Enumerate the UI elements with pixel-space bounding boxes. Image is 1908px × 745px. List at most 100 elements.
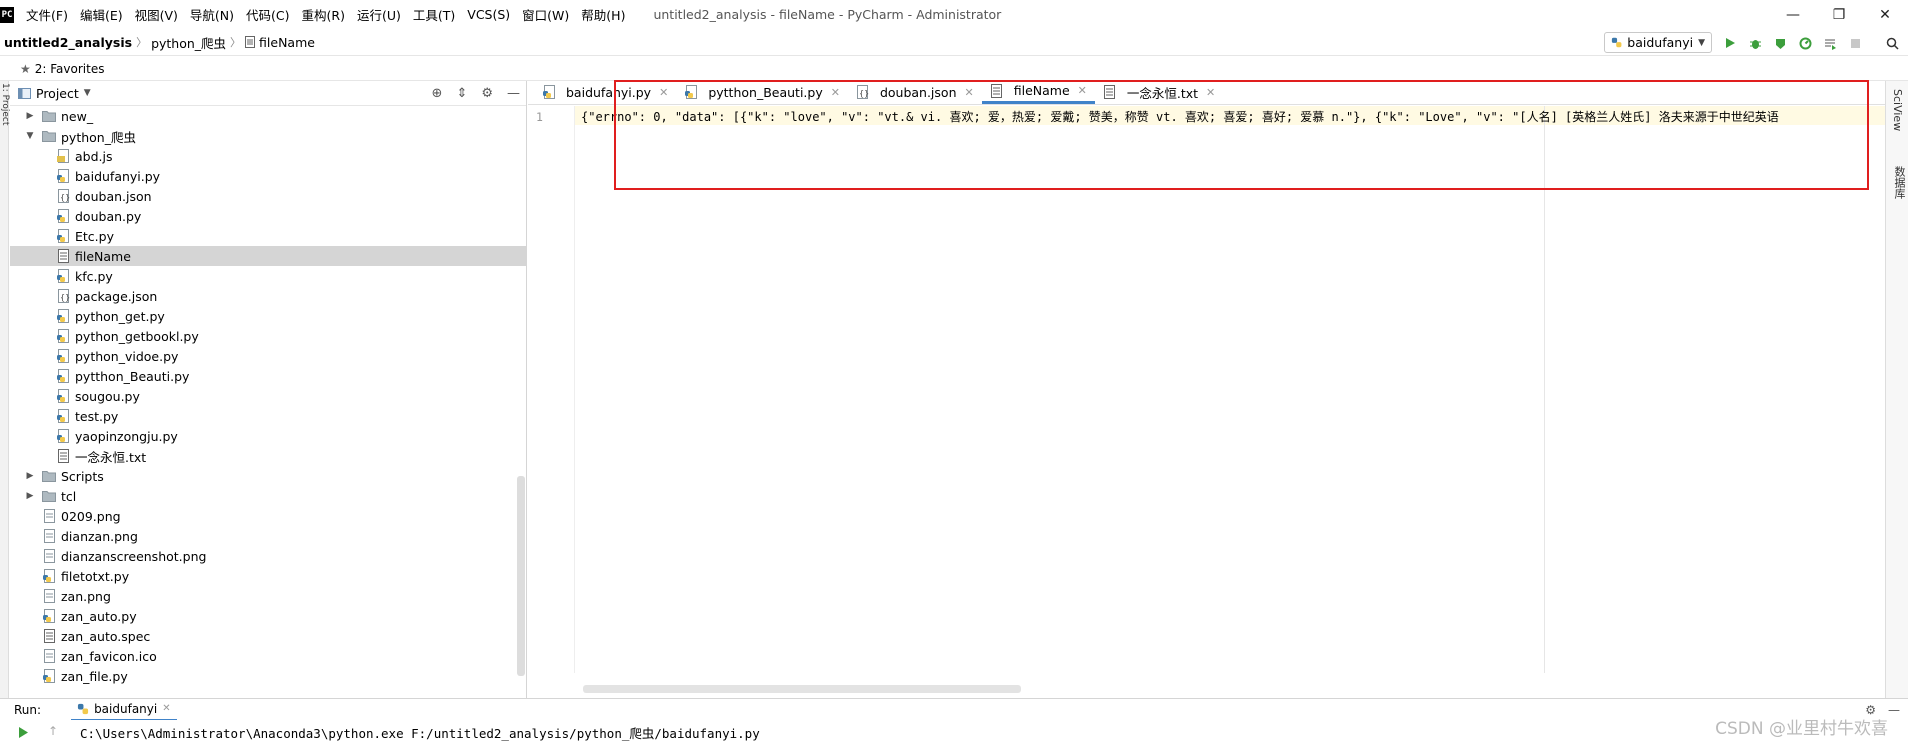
coverage-icon[interactable] [1771, 34, 1789, 52]
tree-item-label: Scripts [61, 468, 104, 484]
tree-item[interactable]: sougou.py [10, 386, 526, 406]
tree-item[interactable]: python_getbookl.py [10, 326, 526, 346]
menu-refactor[interactable]: 重构(R) [296, 5, 351, 24]
tree-item[interactable]: 0209.png [10, 506, 526, 526]
menu-navigate[interactable]: 导航(N) [184, 5, 240, 24]
pycharm-window: PC 文件(F) 编辑(E) 视图(V) 导航(N) 代码(C) 重构(R) 运… [0, 0, 1908, 745]
tree-item[interactable]: kfc.py [10, 266, 526, 286]
navigation-bar: untitled2_analysis 〉 python_爬虫 〉 fileNam… [0, 29, 1908, 56]
run-tab[interactable]: baidufanyi ✕ [71, 699, 177, 721]
tree-item[interactable]: 一念永恒.txt [10, 446, 526, 466]
tree-item[interactable]: ▶ tcl [10, 486, 526, 506]
tree-item[interactable]: dianzanscreenshot.png [10, 546, 526, 566]
tree-item[interactable]: filetotxt.py [10, 566, 526, 586]
tree-item[interactable]: ▶ Scripts [10, 466, 526, 486]
tree-item[interactable]: python_get.py [10, 306, 526, 326]
tree-item[interactable]: python_vidoe.py [10, 346, 526, 366]
left-tool-strip[interactable]: 1: Project [0, 81, 10, 698]
python-file-icon [56, 209, 70, 223]
tree-item[interactable]: douban.py [10, 206, 526, 226]
debug-icon[interactable] [1746, 34, 1764, 52]
breadcrumb-file[interactable]: fileName [241, 35, 319, 50]
breadcrumb-folder[interactable]: python_爬虫 [147, 33, 230, 52]
tree-item[interactable]: zan.png [10, 586, 526, 606]
python-file-icon [42, 669, 56, 683]
python-file-icon [42, 609, 56, 623]
tree-item[interactable]: baidufanyi.py [10, 166, 526, 186]
tree-item[interactable]: Etc.py [10, 226, 526, 246]
tree-item[interactable]: yaopinzongju.py [10, 426, 526, 446]
tree-item-label: pytthon_Beauti.py [75, 368, 190, 384]
restore-button[interactable]: ❐ [1816, 0, 1862, 29]
chevron-right-icon[interactable]: ▶ [24, 491, 36, 501]
favorites-label: 2: Favorites [34, 61, 105, 76]
breadcrumb-project[interactable]: untitled2_analysis [0, 35, 136, 50]
chevron-down-icon[interactable]: ▼ [84, 88, 91, 98]
tree-item-label: dianzanscreenshot.png [61, 548, 207, 564]
tree-item[interactable]: zan_file.py [10, 666, 526, 686]
run-icon[interactable] [1721, 34, 1739, 52]
close-button[interactable]: ✕ [1862, 0, 1908, 29]
tree-item-label: python_爬虫 [61, 129, 136, 145]
hide-panel-icon[interactable]: — [507, 86, 520, 101]
collapse-all-icon[interactable]: ⇕ [456, 86, 467, 101]
project-panel-header: Project ▼ ⊕ ⇕ ⚙ — [10, 81, 526, 106]
tree-item[interactable]: fileName [10, 246, 526, 266]
favorites-bar[interactable]: ★ 2: Favorites [0, 57, 1908, 81]
tree-item[interactable]: ▶ new_ [10, 106, 526, 126]
tree-item[interactable]: {} package.json [10, 286, 526, 306]
close-icon[interactable]: ✕ [162, 703, 170, 714]
minimize-button[interactable]: — [1770, 0, 1816, 29]
image-file-icon [42, 509, 56, 523]
chevron-right-icon[interactable]: ▶ [24, 111, 36, 121]
tree-item-label: python_get.py [75, 308, 165, 324]
window-title: untitled2_analysis - fileName - PyCharm … [653, 7, 1002, 22]
star-icon: ★ [20, 61, 31, 76]
menu-tools[interactable]: 工具(T) [407, 5, 461, 24]
window-controls: — ❐ ✕ [1770, 0, 1908, 29]
tree-item-label: test.py [75, 408, 119, 424]
chevron-down-icon[interactable]: ▼ [24, 131, 36, 141]
tree-item[interactable]: zan_favicon.ico [10, 646, 526, 666]
tree-item[interactable]: pytthon_Beauti.py [10, 366, 526, 386]
project-tree-scrollbar[interactable] [517, 476, 525, 676]
profile-icon[interactable] [1796, 34, 1814, 52]
menu-file[interactable]: 文件(F) [20, 5, 74, 24]
editor-horizontal-scrollbar[interactable] [583, 685, 1021, 693]
stop-icon[interactable] [1846, 34, 1864, 52]
gear-icon[interactable]: ⚙ [481, 86, 493, 101]
chevron-right-icon[interactable]: ▶ [24, 471, 36, 481]
tree-item[interactable]: test.py [10, 406, 526, 426]
tree-item[interactable]: {} douban.json [10, 186, 526, 206]
search-icon[interactable] [1883, 34, 1901, 52]
tree-item[interactable]: zan_auto.py [10, 606, 526, 626]
run-tool-bar: Run: baidufanyi ✕ ⚙ — [0, 698, 1908, 721]
tree-item[interactable]: ▼ python_爬虫 [10, 126, 526, 146]
tree-item[interactable]: zan_auto.spec [10, 626, 526, 646]
run-configuration-select[interactable]: baidufanyi ▼ [1604, 32, 1712, 53]
tree-item[interactable]: dianzan.png [10, 526, 526, 546]
menu-help[interactable]: 帮助(H) [575, 5, 631, 24]
sciview-tab[interactable]: SciView [1891, 89, 1904, 131]
menu-window[interactable]: 窗口(W) [516, 5, 575, 24]
menu-view[interactable]: 视图(V) [129, 5, 184, 24]
run-configuration-label: baidufanyi [1627, 35, 1694, 50]
menu-code[interactable]: 代码(C) [240, 5, 295, 24]
menu-vcs[interactable]: VCS(S) [461, 7, 516, 22]
database-tab[interactable]: 数据库 [1891, 166, 1907, 199]
tree-item-label: dianzan.png [61, 528, 138, 544]
run-tab-label: baidufanyi [94, 701, 158, 716]
hide-panel-icon[interactable]: — [1888, 703, 1900, 717]
arrow-up-icon[interactable]: ↑ [48, 724, 58, 738]
line-gutter: 1 [528, 106, 575, 673]
rerun-icon[interactable] [18, 727, 29, 738]
concurrency-icon[interactable] [1821, 34, 1839, 52]
python-icon [77, 703, 89, 714]
tree-item-label: 0209.png [61, 508, 121, 524]
tree-item[interactable]: abd.js [10, 146, 526, 166]
locate-icon[interactable]: ⊕ [432, 86, 443, 101]
menu-run[interactable]: 运行(U) [351, 5, 407, 24]
menu-edit[interactable]: 编辑(E) [74, 5, 129, 24]
project-panel-title[interactable]: Project [36, 86, 79, 101]
python-file-icon [56, 169, 70, 183]
